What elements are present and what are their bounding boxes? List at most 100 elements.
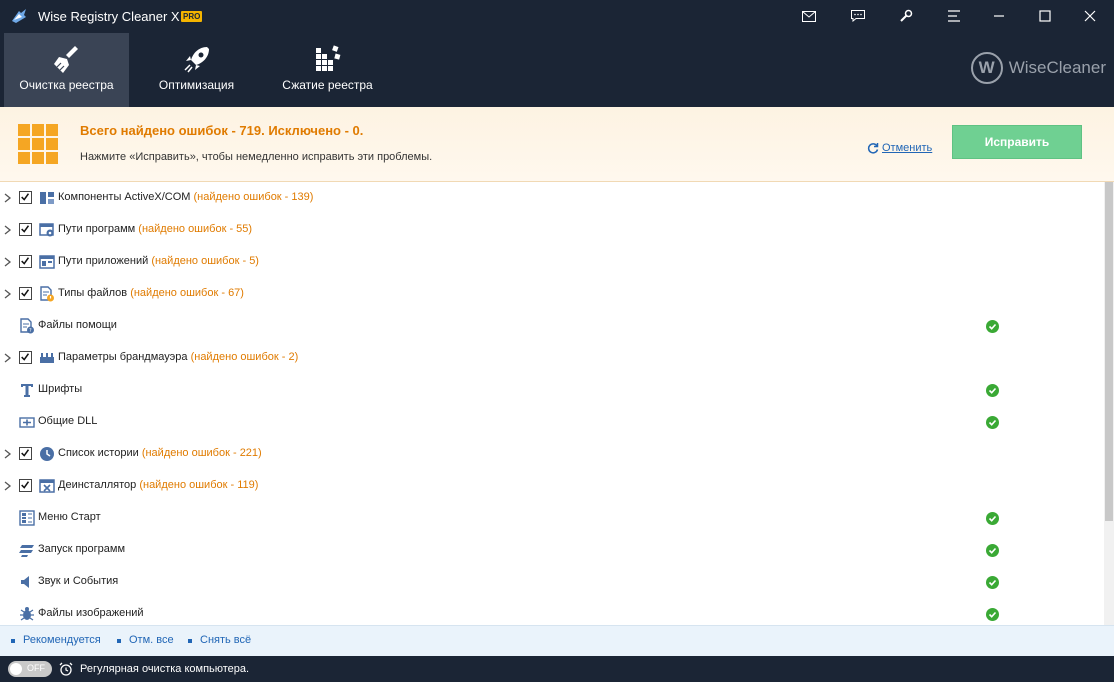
recommended-link[interactable]: Рекомендуется — [11, 634, 101, 646]
status-text: Регулярная очистка компьютера. — [80, 663, 250, 675]
list-item[interactable]: Список истории (найдено ошибок - 221) — [0, 438, 1104, 470]
list-item[interactable]: ? Файлы помощи — [0, 310, 1104, 342]
fonts-icon — [21, 384, 33, 397]
toggle-label: OFF — [27, 663, 45, 673]
category-name: Компоненты ActiveX/COM (найдено ошибок -… — [58, 191, 314, 203]
title-bar: Wise Registry Cleaner X PRO — [0, 0, 1114, 32]
category-name: Звук и События — [38, 575, 119, 587]
pro-badge: PRO — [181, 11, 203, 22]
category-name: Файлы изображений — [38, 607, 144, 619]
close-icon — [1084, 10, 1096, 22]
checkmark-icon — [21, 353, 30, 361]
chevron-right-icon[interactable] — [3, 449, 12, 459]
category-name: Общие DLL — [38, 415, 98, 427]
file-types-icon — [40, 286, 54, 302]
list-item[interactable]: Пути приложений (найдено ошибок - 5) — [0, 246, 1104, 278]
start-menu-icon — [19, 510, 35, 526]
chevron-right-icon[interactable] — [3, 225, 12, 235]
scrollbar-thumb[interactable] — [1105, 182, 1113, 521]
summary-subtitle: Нажмите «Исправить», чтобы немедленно ис… — [80, 151, 433, 163]
mail-button[interactable] — [796, 4, 822, 28]
uncheck-all-link[interactable]: Отм. все — [117, 634, 174, 646]
ok-check-icon — [986, 544, 999, 557]
list-item[interactable]: Типы файлов (найдено ошибок - 67) — [0, 278, 1104, 310]
category-checkbox[interactable] — [19, 223, 32, 236]
chevron-right-icon[interactable] — [3, 289, 12, 299]
ok-check-icon — [986, 384, 999, 397]
category-checkbox[interactable] — [19, 479, 32, 492]
category-name: Типы файлов (найдено ошибок - 67) — [58, 287, 244, 299]
uninstaller-icon — [39, 479, 55, 493]
list-item[interactable]: Параметры брандмауэра (найдено ошибок - … — [0, 342, 1104, 374]
dll-icon — [19, 417, 35, 428]
tab-registry-defrag-label: Сжатие реестра — [282, 78, 373, 92]
category-checkbox[interactable] — [19, 351, 32, 364]
image-files-icon — [20, 607, 34, 621]
tab-optimization[interactable]: Оптимизация — [134, 33, 259, 107]
firewall-icon — [40, 353, 54, 363]
category-name: Пути приложений (найдено ошибок - 5) — [58, 255, 259, 267]
chevron-right-icon[interactable] — [3, 481, 12, 491]
category-name: Файлы помощи — [38, 319, 117, 331]
category-list: Компоненты ActiveX/COM (найдено ошибок -… — [0, 182, 1104, 625]
ok-check-icon — [986, 576, 999, 589]
category-name: Меню Старт — [38, 511, 101, 523]
wisecleaner-brand[interactable]: W WiseCleaner — [970, 52, 1106, 84]
list-scrollbar[interactable] — [1104, 182, 1114, 625]
program-paths-icon — [39, 223, 54, 237]
toggle-knob — [10, 663, 22, 675]
tab-registry-cleaner[interactable]: Очистка реестра — [4, 33, 129, 107]
category-checkbox[interactable] — [19, 255, 32, 268]
tab-registry-defrag[interactable]: Сжатие реестра — [265, 33, 390, 107]
list-item[interactable]: Запуск программ — [0, 534, 1104, 566]
category-checkbox[interactable] — [19, 191, 32, 204]
checkmark-icon — [21, 481, 30, 489]
ok-check-icon — [986, 320, 999, 333]
wisecleaner-logo-icon: W — [970, 52, 1003, 84]
scheduled-clean-toggle[interactable]: OFF — [8, 661, 52, 677]
chevron-right-icon[interactable] — [3, 193, 12, 203]
app-logo-icon — [12, 9, 26, 23]
chevron-right-icon[interactable] — [3, 353, 12, 363]
check-all-link[interactable]: Снять всё — [187, 634, 251, 646]
feedback-button[interactable] — [845, 4, 871, 28]
ok-check-icon — [986, 608, 999, 621]
chevron-right-icon[interactable] — [3, 257, 12, 267]
header: Wise Registry Cleaner X PRO Очистка реес… — [0, 0, 1114, 107]
history-icon — [40, 447, 54, 461]
compress-icon — [315, 45, 340, 71]
rocket-icon — [183, 47, 209, 73]
checkmark-icon — [21, 449, 30, 457]
category-checkbox[interactable] — [19, 447, 32, 460]
refresh-icon — [867, 143, 879, 154]
category-name: Параметры брандмауэра (найдено ошибок - … — [58, 351, 299, 363]
maximize-button[interactable] — [1032, 4, 1058, 28]
minimize-icon — [994, 15, 1004, 17]
startup-icon — [19, 545, 34, 557]
checkmark-icon — [21, 289, 30, 297]
minimize-button[interactable] — [986, 4, 1012, 28]
cancel-label: Отменить — [882, 142, 933, 154]
list-item[interactable]: Общие DLL — [0, 406, 1104, 438]
list-item[interactable]: Звук и События — [0, 566, 1104, 598]
tools-button[interactable] — [893, 4, 919, 28]
ok-check-icon — [986, 416, 999, 429]
fix-button[interactable]: Исправить — [952, 125, 1082, 159]
list-item[interactable]: Компоненты ActiveX/COM (найдено ошибок -… — [0, 182, 1104, 214]
menu-button[interactable] — [941, 4, 967, 28]
close-button[interactable] — [1077, 4, 1103, 28]
category-name: Деинсталлятор (найдено ошибок - 119) — [58, 479, 259, 491]
list-item[interactable]: Шрифты — [0, 374, 1104, 406]
menu-icon — [948, 10, 960, 22]
status-bar: OFF Регулярная очистка компьютера. — [0, 656, 1114, 682]
list-item[interactable]: Деинсталлятор (найдено ошибок - 119) — [0, 470, 1104, 502]
list-item[interactable]: Меню Старт — [0, 502, 1104, 534]
list-item[interactable]: Пути программ (найдено ошибок - 55) — [0, 214, 1104, 246]
category-name: Запуск программ — [38, 543, 126, 555]
list-item[interactable]: Файлы изображений — [0, 598, 1104, 625]
cancel-link[interactable]: Отменить — [867, 142, 932, 154]
broom-icon — [53, 46, 78, 73]
category-checkbox[interactable] — [19, 287, 32, 300]
scan-summary: Всего найдено ошибок - 719. Исключено - … — [0, 107, 1114, 182]
filter-bar: Рекомендуется Отм. все Снять всё — [0, 625, 1114, 656]
